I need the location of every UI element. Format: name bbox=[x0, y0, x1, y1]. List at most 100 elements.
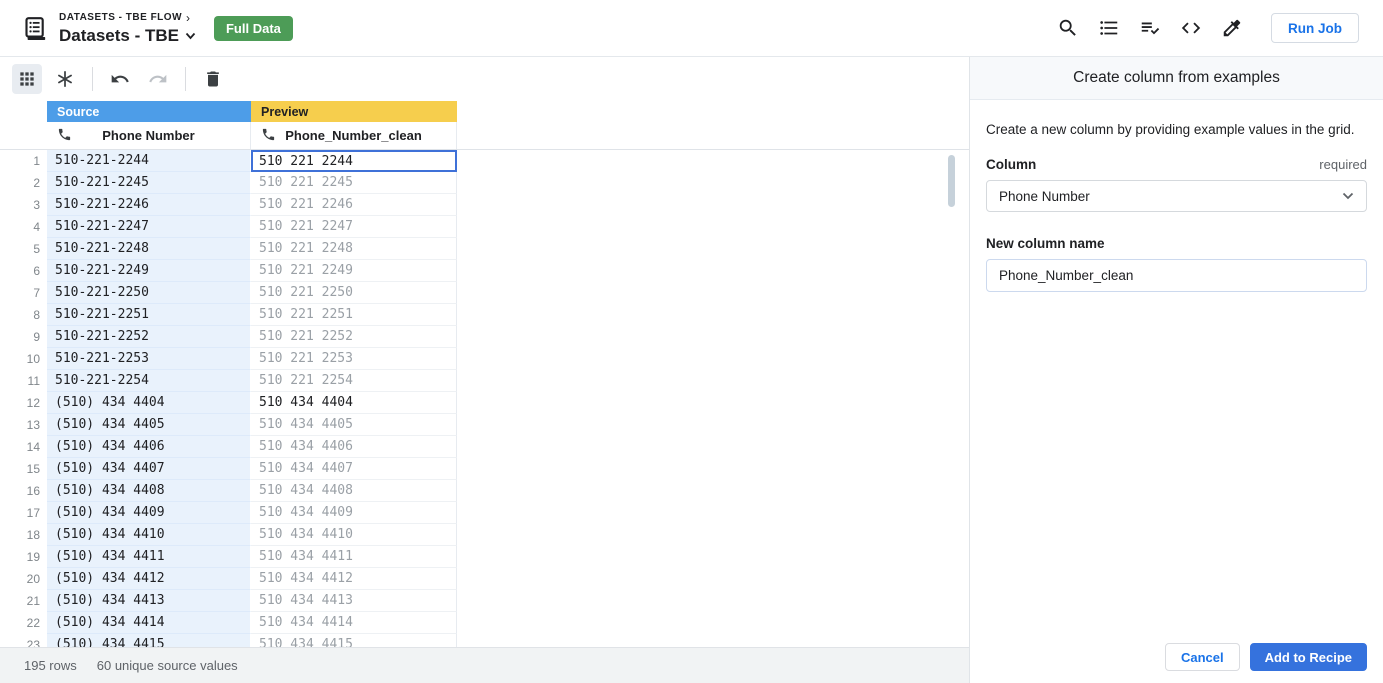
preview-cell[interactable]: 510 221 2254 bbox=[251, 370, 457, 392]
source-cell[interactable]: (510) 434 4411 bbox=[47, 546, 251, 568]
preview-cell[interactable]: 510 434 4404 bbox=[251, 392, 457, 414]
add-to-recipe-button[interactable]: Add to Recipe bbox=[1249, 643, 1367, 671]
preview-cell[interactable]: 510 221 2253 bbox=[251, 348, 457, 370]
trash-icon[interactable] bbox=[198, 64, 228, 94]
source-cell[interactable]: 510-221-2254 bbox=[47, 370, 251, 392]
preview-cell[interactable]: 510 434 4409 bbox=[251, 502, 457, 524]
preview-cell[interactable]: 510 221 2244 bbox=[251, 150, 457, 172]
row-number: 16 bbox=[26, 484, 40, 498]
eyedropper-icon[interactable] bbox=[1220, 16, 1244, 40]
source-cell[interactable]: (510) 434 4406 bbox=[47, 436, 251, 458]
code-icon[interactable] bbox=[1179, 16, 1203, 40]
source-cell[interactable]: (510) 434 4414 bbox=[47, 612, 251, 634]
source-cell[interactable]: 510-221-2251 bbox=[47, 304, 251, 326]
column-select-value: Phone Number bbox=[999, 188, 1090, 204]
new-column-name-label: New column name bbox=[986, 236, 1105, 251]
source-cell[interactable]: 510-221-2250 bbox=[47, 282, 251, 304]
source-cell[interactable]: 510-221-2249 bbox=[47, 260, 251, 282]
source-cell[interactable]: (510) 434 4413 bbox=[47, 590, 251, 612]
row-number: 13 bbox=[26, 418, 40, 432]
source-cell[interactable]: (510) 434 4415 bbox=[47, 634, 251, 647]
preview-cell[interactable]: 510 434 4406 bbox=[251, 436, 457, 458]
grid-view-icon[interactable] bbox=[12, 64, 42, 94]
source-column-name[interactable]: Phone Number bbox=[47, 128, 250, 143]
preview-cell[interactable]: 510 221 2246 bbox=[251, 194, 457, 216]
source-cell[interactable]: (510) 434 4405 bbox=[47, 414, 251, 436]
cancel-button[interactable]: Cancel bbox=[1164, 643, 1240, 671]
table-row: 3 510-221-2246 510 221 2246 bbox=[0, 194, 969, 216]
source-cell[interactable]: 510-221-2247 bbox=[47, 216, 251, 238]
source-cell[interactable]: (510) 434 4404 bbox=[47, 392, 251, 414]
table-row: 6 510-221-2249 510 221 2249 bbox=[0, 260, 969, 282]
status-bar: 195 rows 60 unique source values bbox=[0, 647, 969, 683]
row-number: 2 bbox=[33, 176, 40, 190]
recipe-book-icon bbox=[20, 13, 50, 43]
preview-cell[interactable]: 510 221 2249 bbox=[251, 260, 457, 282]
table-row: 17 (510) 434 4409 510 434 4409 bbox=[0, 502, 969, 524]
source-cell[interactable]: (510) 434 4408 bbox=[47, 480, 251, 502]
source-cell[interactable]: 510-221-2246 bbox=[47, 194, 251, 216]
preview-column-name[interactable]: Phone_Number_clean bbox=[251, 128, 456, 143]
row-number: 19 bbox=[26, 550, 40, 564]
table-row: 14 (510) 434 4406 510 434 4406 bbox=[0, 436, 969, 458]
row-number: 14 bbox=[26, 440, 40, 454]
source-cell[interactable]: (510) 434 4410 bbox=[47, 524, 251, 546]
table-row: 23 (510) 434 4415 510 434 4415 bbox=[0, 634, 969, 647]
breadcrumb-label[interactable]: DATASETS - TBE FLOW bbox=[59, 12, 182, 23]
preview-cell[interactable]: 510 221 2247 bbox=[251, 216, 457, 238]
table-row: 22 (510) 434 4414 510 434 4414 bbox=[0, 612, 969, 634]
row-count: 195 rows bbox=[24, 658, 77, 673]
new-column-name-input[interactable] bbox=[986, 259, 1367, 292]
source-cell[interactable]: (510) 434 4412 bbox=[47, 568, 251, 590]
preview-cell[interactable]: 510 434 4412 bbox=[251, 568, 457, 590]
preview-cell[interactable]: 510 434 4410 bbox=[251, 524, 457, 546]
list-icon[interactable] bbox=[1097, 16, 1121, 40]
preview-column-header[interactable]: Phone_Number_clean bbox=[251, 122, 457, 149]
row-number: 9 bbox=[33, 330, 40, 344]
create-column-panel: Create column from examples Create a new… bbox=[969, 57, 1383, 683]
source-cell[interactable]: (510) 434 4409 bbox=[47, 502, 251, 524]
preview-cell[interactable]: 510 434 4408 bbox=[251, 480, 457, 502]
preview-cell[interactable]: 510 221 2248 bbox=[251, 238, 457, 260]
preview-cell[interactable]: 510 434 4411 bbox=[251, 546, 457, 568]
preview-cell[interactable]: 510 221 2251 bbox=[251, 304, 457, 326]
redo-icon[interactable] bbox=[143, 64, 173, 94]
table-row: 1 510-221-2244 510 221 2244 bbox=[0, 150, 969, 172]
source-column-header[interactable]: Phone Number bbox=[47, 122, 251, 149]
source-cell[interactable]: 510-221-2252 bbox=[47, 326, 251, 348]
chevron-down-icon[interactable] bbox=[185, 32, 196, 40]
source-band: Source bbox=[47, 101, 251, 122]
preview-cell[interactable]: 510 221 2250 bbox=[251, 282, 457, 304]
full-data-badge[interactable]: Full Data bbox=[213, 15, 293, 41]
source-cell[interactable]: 510-221-2248 bbox=[47, 238, 251, 260]
preview-cell[interactable]: 510 221 2245 bbox=[251, 172, 457, 194]
preview-cell[interactable]: 510 434 4405 bbox=[251, 414, 457, 436]
preview-cell[interactable]: 510 434 4413 bbox=[251, 590, 457, 612]
source-cell[interactable]: 510-221-2253 bbox=[47, 348, 251, 370]
list-check-icon[interactable] bbox=[1138, 16, 1162, 40]
row-number: 7 bbox=[33, 286, 40, 300]
top-header: DATASETS - TBE FLOW › Datasets - TBE Ful… bbox=[0, 0, 1383, 57]
run-job-button[interactable]: Run Job bbox=[1271, 13, 1359, 43]
row-number: 20 bbox=[26, 572, 40, 586]
toolbar-divider bbox=[185, 67, 186, 91]
preview-cell[interactable]: 510 221 2252 bbox=[251, 326, 457, 348]
source-cell[interactable]: 510-221-2245 bbox=[47, 172, 251, 194]
column-select[interactable]: Phone Number bbox=[986, 180, 1367, 212]
preview-cell[interactable]: 510 434 4415 bbox=[251, 634, 457, 647]
preview-cell[interactable]: 510 434 4414 bbox=[251, 612, 457, 634]
band-spacer bbox=[0, 101, 47, 122]
vertical-scrollbar[interactable] bbox=[948, 155, 955, 207]
breadcrumb[interactable]: DATASETS - TBE FLOW › bbox=[59, 11, 196, 25]
title-block: DATASETS - TBE FLOW › Datasets - TBE bbox=[59, 11, 196, 46]
chevron-down-icon bbox=[1342, 192, 1354, 200]
app-window: DATASETS - TBE FLOW › Datasets - TBE Ful… bbox=[0, 0, 1383, 683]
preview-cell[interactable]: 510 434 4407 bbox=[251, 458, 457, 480]
grid-area: Source Preview Phone Number Phone_Number… bbox=[0, 57, 969, 683]
source-cell[interactable]: (510) 434 4407 bbox=[47, 458, 251, 480]
source-cell[interactable]: 510-221-2244 bbox=[47, 150, 251, 172]
search-icon[interactable] bbox=[1056, 16, 1080, 40]
asterisk-icon[interactable] bbox=[50, 64, 80, 94]
row-number: 15 bbox=[26, 462, 40, 476]
undo-icon[interactable] bbox=[105, 64, 135, 94]
